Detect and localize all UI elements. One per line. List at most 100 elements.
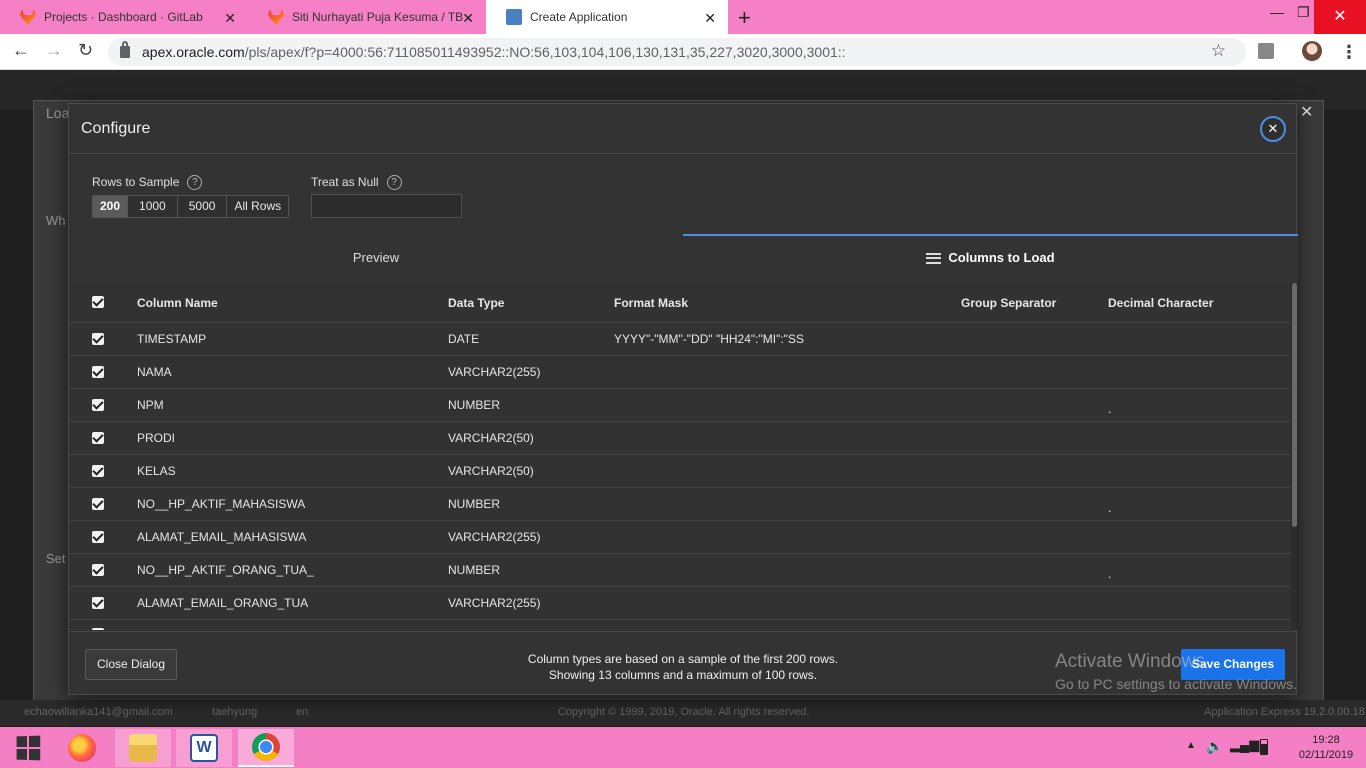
- tab-title: Projects · Dashboard · GitLab: [44, 10, 203, 24]
- background-section-label: Wh: [46, 213, 66, 228]
- row-checkbox[interactable]: [92, 399, 104, 411]
- decimal-character-cell[interactable]: .: [1108, 554, 1111, 587]
- header-format-mask: Format Mask: [614, 296, 689, 310]
- battery-icon[interactable]: [1260, 739, 1268, 755]
- data-type-cell[interactable]: NUMBER: [448, 389, 500, 422]
- data-type-cell[interactable]: VARCHAR2(255): [448, 587, 540, 620]
- row-checkbox[interactable]: [92, 564, 104, 576]
- apex-footer: echaowillanka141@gmail.com taehyung en C…: [0, 700, 1366, 726]
- help-icon[interactable]: ?: [187, 175, 203, 191]
- table-row: NAMA VARCHAR2(255): [69, 356, 1291, 389]
- taskbar-word[interactable]: W: [176, 729, 232, 767]
- pdf-extension-icon[interactable]: [1258, 43, 1274, 59]
- window-close-button[interactable]: ✕: [1314, 0, 1366, 34]
- sample-info-line1: Column types are based on a sample of th…: [527, 652, 839, 666]
- column-name-cell: KELAS: [137, 464, 176, 478]
- column-name-cell: NAMA: [137, 365, 172, 379]
- rows-option-5000[interactable]: 5000: [177, 196, 228, 217]
- footer-copyright: Copyright © 1999, 2019, Oracle. All righ…: [558, 706, 810, 718]
- tab-title: Siti Nurhayati Puja Kesuma / TB D: [292, 10, 464, 24]
- row-checkbox[interactable]: [92, 531, 104, 543]
- tab-preview[interactable]: Preview: [69, 234, 683, 282]
- apex-icon: [506, 9, 522, 25]
- grid-scrollbar[interactable]: [1291, 283, 1297, 630]
- folder-icon: [129, 734, 157, 762]
- taskbar-chrome[interactable]: [238, 729, 294, 767]
- sample-info-line2: Showing 13 columns and a maximum of 100 …: [548, 668, 818, 682]
- scrollbar-thumb[interactable]: [1292, 283, 1297, 527]
- tab-title: Create Application: [530, 10, 628, 24]
- row-checkbox[interactable]: [92, 366, 104, 378]
- format-mask-cell[interactable]: YYYY"-"MM"-"DD" "HH24":"MI":"SS: [614, 323, 804, 356]
- browser-tab-gitlab-repo[interactable]: Siti Nurhayati Puja Kesuma / TB D ✕: [248, 0, 486, 34]
- back-icon[interactable]: ←: [12, 40, 30, 61]
- new-tab-button[interactable]: +: [738, 5, 751, 31]
- configure-dialog: Configure ✕ Rows to Sample? 200 1000 500…: [68, 103, 1298, 695]
- row-checkbox[interactable]: [92, 597, 104, 609]
- close-dialog-button[interactable]: Close Dialog: [85, 649, 178, 680]
- volume-icon[interactable]: 🔈: [1206, 738, 1223, 768]
- column-name-cell: NO__HP_AKTIF_ORANG_TUA_: [137, 563, 314, 577]
- data-type-cell[interactable]: NUMBER: [448, 488, 500, 521]
- tab-columns-to-load[interactable]: Columns to Load: [683, 234, 1298, 282]
- treat-as-null-input[interactable]: [311, 194, 462, 218]
- bookmark-star-icon[interactable]: ☆: [1211, 41, 1226, 61]
- treat-as-null-label: Treat as Null?: [311, 175, 402, 191]
- close-icon[interactable]: ✕: [224, 10, 236, 27]
- chrome-icon: [252, 733, 280, 761]
- forward-icon[interactable]: →: [45, 40, 63, 61]
- restore-icon[interactable]: ❐: [1297, 4, 1310, 21]
- header-decimal-character: Decimal Character: [1108, 296, 1214, 310]
- windows-logo-icon: [16, 735, 41, 761]
- reload-icon[interactable]: ↻: [78, 40, 93, 61]
- close-icon[interactable]: ✕: [704, 10, 716, 27]
- data-type-cell[interactable]: VARCHAR2(50): [448, 455, 534, 488]
- data-type-cell[interactable]: VARCHAR2(255): [448, 521, 540, 554]
- dialog-tabs: Preview Columns to Load: [69, 234, 1298, 282]
- rows-option-1000[interactable]: 1000: [128, 196, 178, 217]
- data-type-cell[interactable]: NUMBER: [448, 554, 500, 587]
- start-button[interactable]: [0, 729, 56, 767]
- data-type-cell[interactable]: VARCHAR2(255): [448, 356, 540, 389]
- profile-avatar[interactable]: [1302, 41, 1322, 61]
- table-row: [69, 620, 1291, 630]
- rows-option-200[interactable]: 200: [93, 196, 129, 217]
- row-checkbox[interactable]: [92, 465, 104, 477]
- browser-menu-icon[interactable]: ⋮: [1340, 42, 1358, 63]
- select-all-checkbox[interactable]: [92, 296, 104, 308]
- network-signal-icon[interactable]: ▂▄▆: [1230, 737, 1259, 768]
- minimize-icon[interactable]: —: [1270, 4, 1284, 20]
- activate-windows-watermark: Activate Windows Go to PC settings to ac…: [1055, 651, 1297, 692]
- close-icon[interactable]: ✕: [1300, 102, 1313, 122]
- data-type-cell[interactable]: VARCHAR2(50): [448, 422, 534, 455]
- rows-option-all[interactable]: All Rows: [227, 196, 289, 217]
- decimal-character-cell[interactable]: .: [1108, 389, 1111, 422]
- browser-tab-strip: Projects · Dashboard · GitLab ✕ Siti Nur…: [0, 0, 1366, 34]
- url-text: apex.oracle.com/pls/apex/f?p=4000:56:711…: [142, 44, 846, 60]
- browser-tab-create-application[interactable]: Create Application ✕: [486, 0, 728, 34]
- close-icon[interactable]: ✕: [462, 10, 474, 27]
- decimal-character-cell[interactable]: .: [1108, 488, 1111, 521]
- row-checkbox[interactable]: [92, 628, 104, 630]
- data-type-cell[interactable]: DATE: [448, 323, 479, 356]
- browser-tab-gitlab-projects[interactable]: Projects · Dashboard · GitLab ✕: [0, 0, 248, 34]
- watermark-line1: Activate Windows: [1055, 651, 1205, 672]
- watermark-line2: Go to PC settings to activate Windows.: [1055, 676, 1297, 692]
- column-name-cell: ALAMAT_EMAIL_MAHASISWA: [137, 530, 307, 544]
- table-row: NO__HP_AKTIF_ORANG_TUA_ NUMBER.: [69, 554, 1291, 587]
- dialog-header: Configure ✕: [69, 104, 1298, 154]
- system-clock[interactable]: 19:28 02/11/2019: [1296, 733, 1356, 763]
- tray-overflow-icon[interactable]: ▲: [1186, 740, 1196, 768]
- dialog-title: Configure: [81, 120, 151, 137]
- row-checkbox[interactable]: [92, 498, 104, 510]
- row-checkbox[interactable]: [92, 432, 104, 444]
- row-checkbox[interactable]: [92, 333, 104, 345]
- dialog-close-button[interactable]: ✕: [1260, 116, 1286, 142]
- taskbar-file-explorer[interactable]: [115, 729, 171, 767]
- footer-language: en: [296, 706, 309, 718]
- rows-to-sample-selector: 200 1000 5000 All Rows: [92, 195, 290, 218]
- column-name-cell: NPM: [137, 398, 164, 412]
- address-bar[interactable]: apex.oracle.com/pls/apex/f?p=4000:56:711…: [108, 38, 1246, 66]
- taskbar-firefox[interactable]: [54, 729, 110, 767]
- help-icon[interactable]: ?: [386, 175, 402, 191]
